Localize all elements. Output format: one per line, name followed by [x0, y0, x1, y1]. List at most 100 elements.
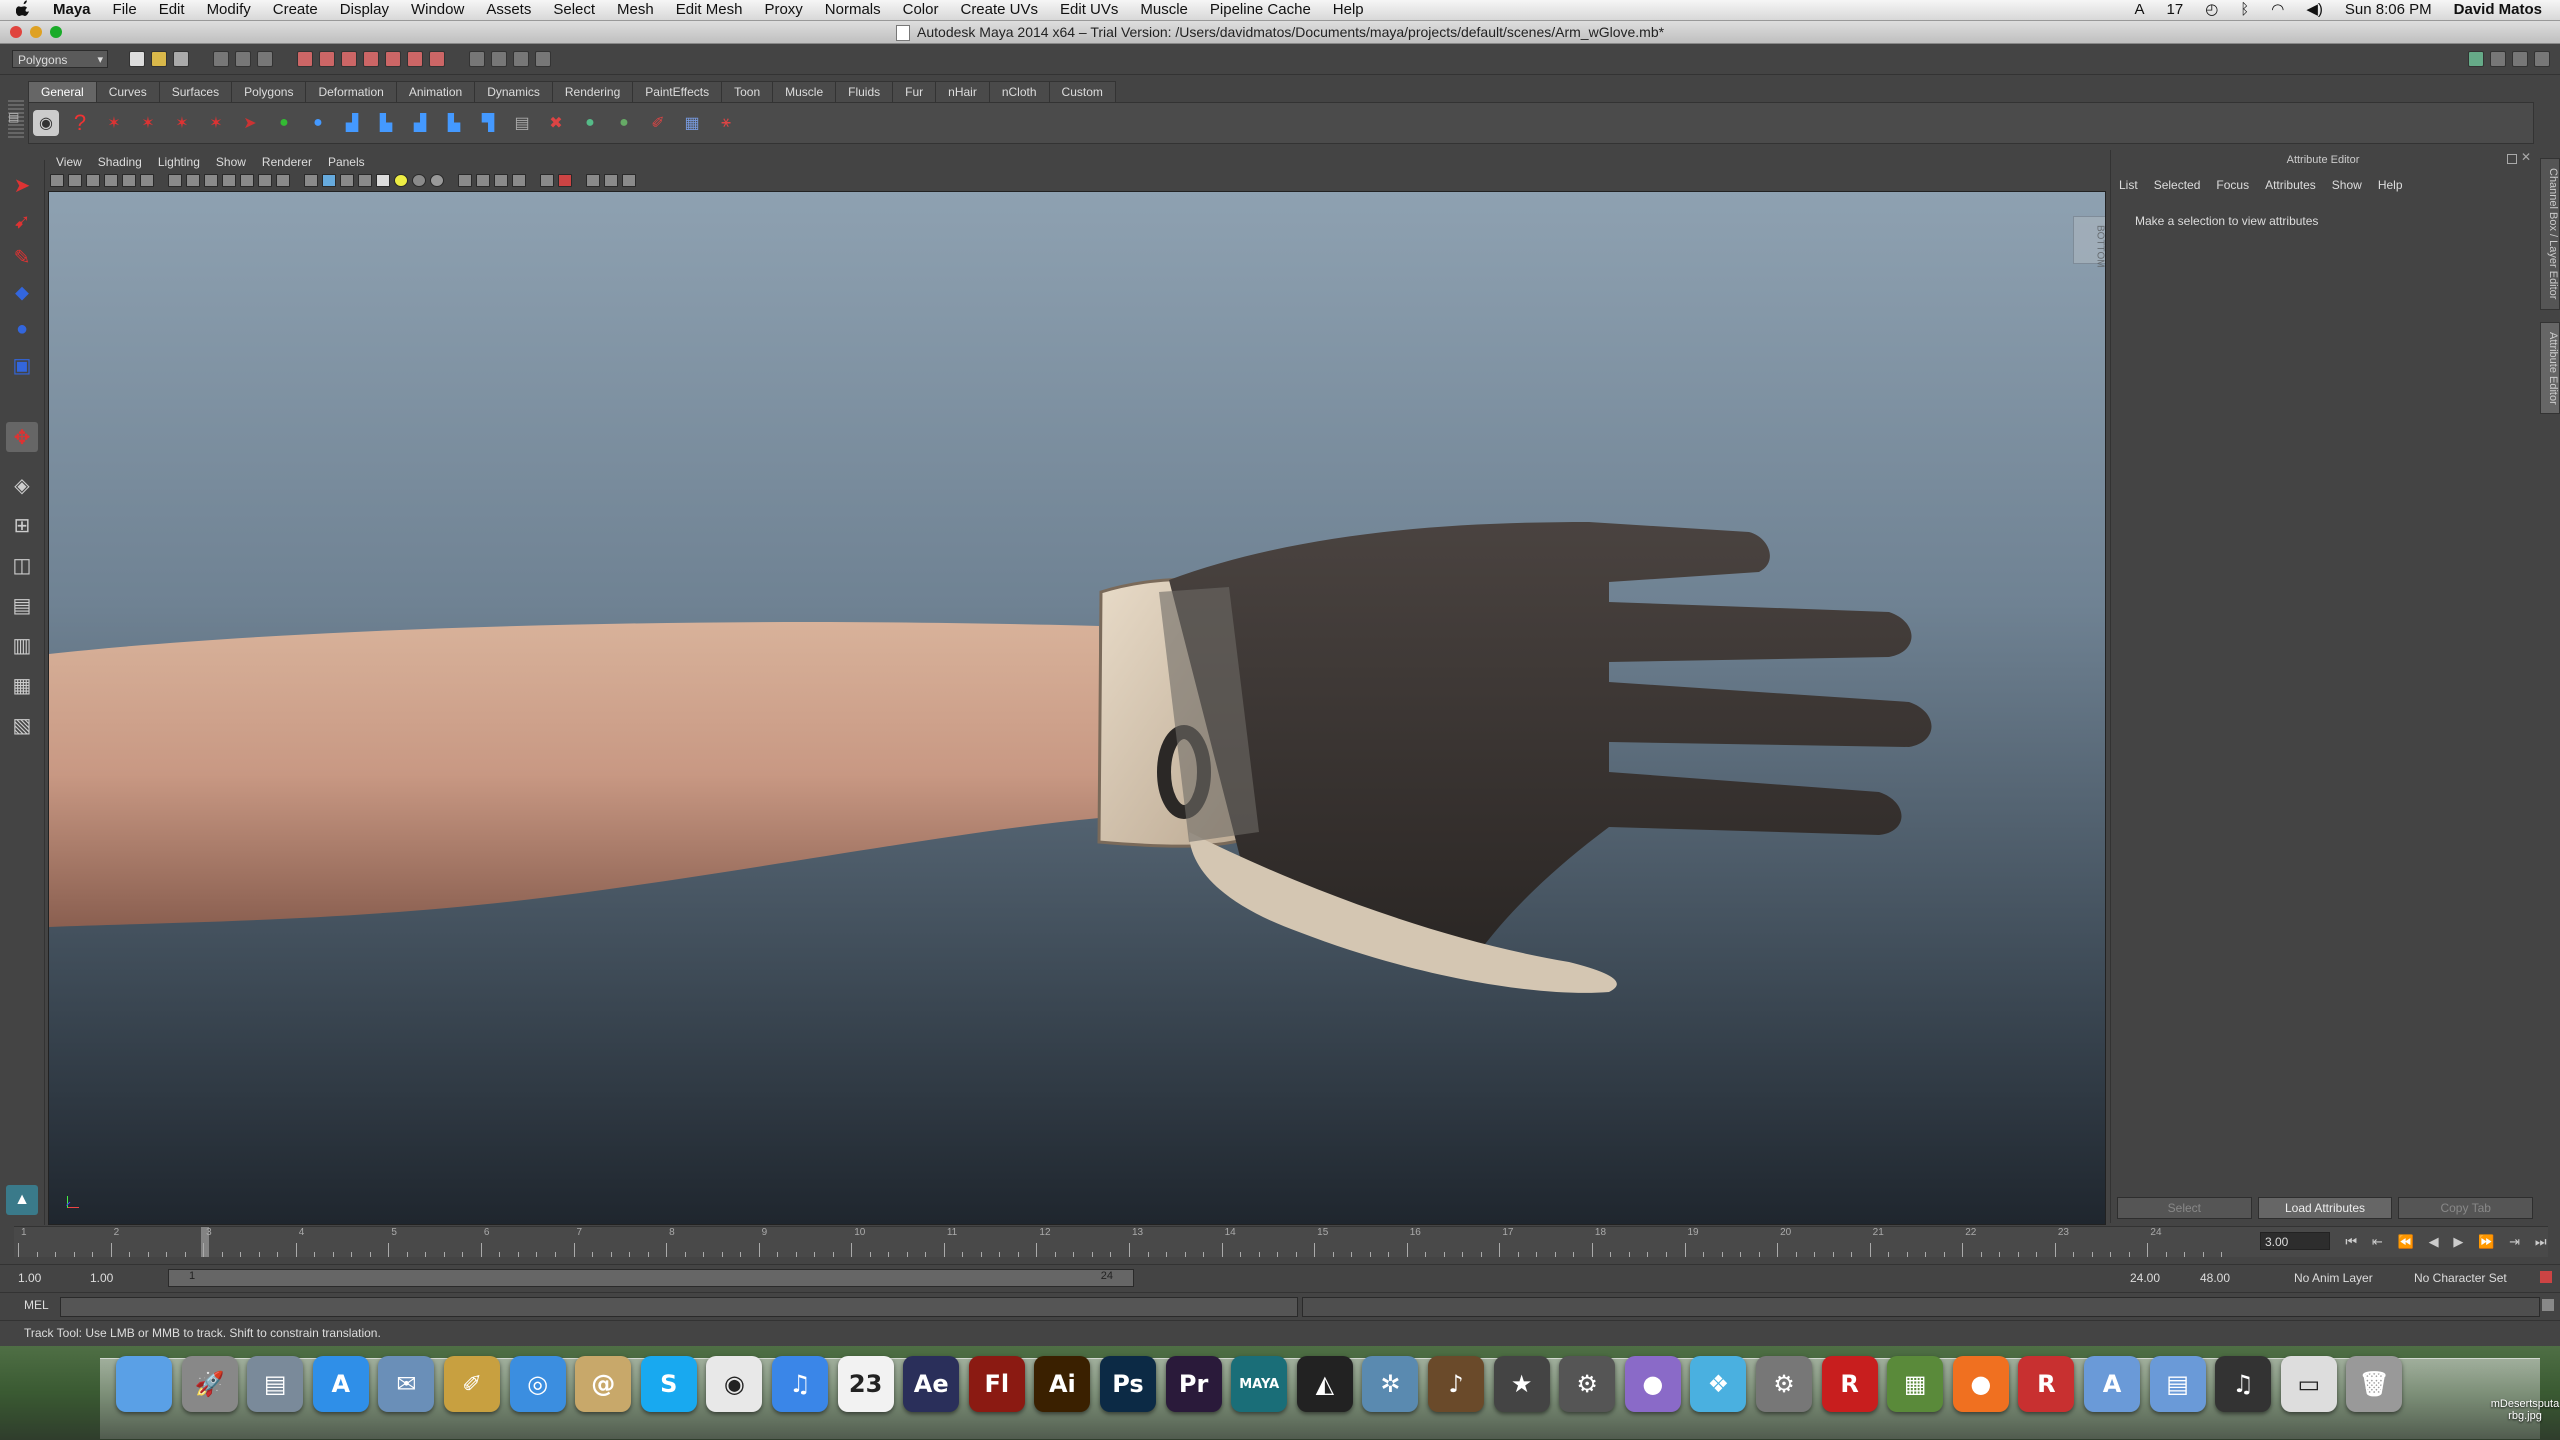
select-by-hierarchy-icon[interactable]: [213, 51, 229, 67]
grease-pencil-icon[interactable]: [140, 173, 154, 187]
play-backward-icon[interactable]: ◀: [2429, 1234, 2439, 1250]
shelf-tab-animation[interactable]: Animation: [395, 81, 476, 102]
menu-assets[interactable]: Assets: [475, 0, 542, 20]
shelf-rotate-icon[interactable]: ➤: [237, 110, 263, 136]
ae-float-icon[interactable]: [2507, 154, 2517, 164]
select-curve-mask-icon[interactable]: [341, 51, 357, 67]
shelf-tab-custom[interactable]: Custom: [1048, 81, 1116, 102]
viewport-settings-icon[interactable]: [586, 173, 600, 187]
dock-unity-icon[interactable]: ◭: [1296, 1356, 1353, 1412]
screen-space-ao-icon[interactable]: [430, 173, 444, 187]
shelf-tab-curves[interactable]: Curves: [95, 81, 160, 102]
shelf-lasso-icon[interactable]: ✶: [135, 110, 161, 136]
playback-start-field[interactable]: 1.00: [86, 1269, 150, 1287]
minimize-window-icon[interactable]: [30, 26, 42, 38]
field-chart-icon[interactable]: [240, 173, 254, 187]
shelf-cube-icon[interactable]: ▟: [339, 110, 365, 136]
dock-app-store-icon[interactable]: A: [312, 1356, 369, 1412]
play-forward-icon[interactable]: ▶: [2453, 1234, 2463, 1250]
select-handle-mask-icon[interactable]: [297, 51, 313, 67]
persp-graph-layout-icon[interactable]: ▤: [6, 590, 38, 620]
shelf-help-icon[interactable]: ?: [67, 110, 93, 136]
dock-finder-icon[interactable]: [116, 1356, 172, 1412]
wireframe-on-shaded-icon[interactable]: [340, 173, 354, 187]
start-time-field[interactable]: 1.00: [14, 1269, 78, 1287]
dock-origin-icon[interactable]: ●: [1952, 1356, 2009, 1412]
show-tool-settings-icon[interactable]: [2512, 51, 2528, 67]
dock-steam-icon[interactable]: ⚙: [1559, 1356, 1616, 1412]
dock-roblox-studio-icon[interactable]: R: [2018, 1356, 2075, 1412]
custom-layout-icon[interactable]: ▧: [6, 710, 38, 740]
dock-skype-icon[interactable]: S: [640, 1356, 697, 1412]
panel-menu-panels[interactable]: Panels: [320, 155, 373, 169]
menu-file[interactable]: File: [102, 0, 148, 20]
menu-mesh[interactable]: Mesh: [606, 0, 665, 20]
menu-window[interactable]: Window: [400, 0, 475, 20]
menu-help[interactable]: Help: [1322, 0, 1375, 20]
playback-end-field[interactable]: 24.00: [2126, 1269, 2190, 1287]
shelf-ipr-icon[interactable]: ●: [611, 110, 637, 136]
ae-copy-tab-button[interactable]: Copy Tab: [2398, 1197, 2534, 1219]
shelf-delete-icon[interactable]: ✖: [543, 110, 569, 136]
shelf-tab-ncloth[interactable]: nCloth: [988, 81, 1050, 102]
apple-menu-icon[interactable]: [0, 0, 42, 21]
menuset-dropdown[interactable]: Polygons: [12, 50, 108, 69]
range-slider[interactable]: 1 24: [168, 1269, 1134, 1287]
menu-modify[interactable]: Modify: [196, 0, 262, 20]
ae-select-button[interactable]: Select: [2117, 1197, 2252, 1219]
xray-icon[interactable]: [358, 173, 372, 187]
shelf-paint-icon[interactable]: ✐: [645, 110, 671, 136]
hypershade-layout-icon[interactable]: ▥: [6, 630, 38, 660]
panel-menu-lighting[interactable]: Lighting: [150, 155, 208, 169]
menu-select[interactable]: Select: [542, 0, 606, 20]
camera-attributes-icon[interactable]: [68, 173, 82, 187]
character-set-dropdown[interactable]: No Character Set: [2410, 1269, 2534, 1287]
select-by-object-icon[interactable]: [235, 51, 251, 67]
shelf-paint-select-icon[interactable]: ✶: [169, 110, 195, 136]
shelf-tab-fluids[interactable]: Fluids: [835, 81, 894, 102]
shelf-joint-icon[interactable]: ⚹: [713, 110, 739, 136]
menu-create-uvs[interactable]: Create UVs: [949, 0, 1049, 20]
select-dynamic-mask-icon[interactable]: [407, 51, 423, 67]
viewcube[interactable]: BOTTOM: [2073, 216, 2105, 268]
command-input[interactable]: [60, 1297, 1298, 1317]
shelf-sphere-icon[interactable]: ●: [305, 110, 331, 136]
shelf-select-icon[interactable]: ✶: [101, 110, 127, 136]
ae-menu-selected[interactable]: Selected: [2146, 178, 2209, 192]
select-camera-icon[interactable]: [50, 173, 64, 187]
camera-sequencer-icon[interactable]: [622, 173, 636, 187]
new-scene-icon[interactable]: [129, 51, 145, 67]
dock-chrome-icon[interactable]: ◉: [706, 1356, 763, 1412]
shelf-history-icon[interactable]: ◉: [33, 110, 59, 136]
shelf-torus-icon[interactable]: ▜: [475, 110, 501, 136]
soft-mod-icon[interactable]: ◈: [6, 470, 38, 500]
wireframe-icon[interactable]: [304, 173, 318, 187]
menu-edit-mesh[interactable]: Edit Mesh: [665, 0, 754, 20]
battery-count[interactable]: 17: [2156, 0, 2195, 20]
snap-curve-icon[interactable]: [513, 51, 529, 67]
ae-menu-list[interactable]: List: [2111, 178, 2146, 192]
menu-color[interactable]: Color: [892, 0, 950, 20]
film-gate-icon[interactable]: [186, 173, 200, 187]
shelf-tab-dynamics[interactable]: Dynamics: [474, 81, 553, 102]
shelf-layer-icon[interactable]: ▤: [509, 110, 535, 136]
shelf-tab-polygons[interactable]: Polygons: [231, 81, 307, 102]
select-deform-mask-icon[interactable]: [385, 51, 401, 67]
shelf-tab-fur[interactable]: Fur: [892, 81, 937, 102]
select-tool-icon[interactable]: ➤: [6, 170, 38, 200]
isolate-select-icon[interactable]: [458, 173, 472, 187]
shelf-tab-nhair[interactable]: nHair: [935, 81, 990, 102]
ae-load-attributes-button[interactable]: Load Attributes: [2257, 1197, 2393, 1219]
dock-cube-app-icon[interactable]: ❖: [1690, 1356, 1747, 1412]
safe-action-icon[interactable]: [258, 173, 272, 187]
dock-calendar-icon[interactable]: 23: [837, 1356, 894, 1412]
shelf-scale-icon[interactable]: ●: [271, 110, 297, 136]
tab-channel-box[interactable]: Channel Box / Layer Editor: [2540, 158, 2560, 310]
paint-select-tool-icon[interactable]: ✎: [6, 242, 38, 272]
select-render-mask-icon[interactable]: [429, 51, 445, 67]
menu-create[interactable]: Create: [262, 0, 329, 20]
dock-garageband-icon[interactable]: ♪: [1428, 1356, 1484, 1412]
dock-flash-icon[interactable]: Fl: [968, 1356, 1025, 1412]
menu-proxy[interactable]: Proxy: [753, 0, 813, 20]
xray-active-icon[interactable]: [494, 173, 508, 187]
